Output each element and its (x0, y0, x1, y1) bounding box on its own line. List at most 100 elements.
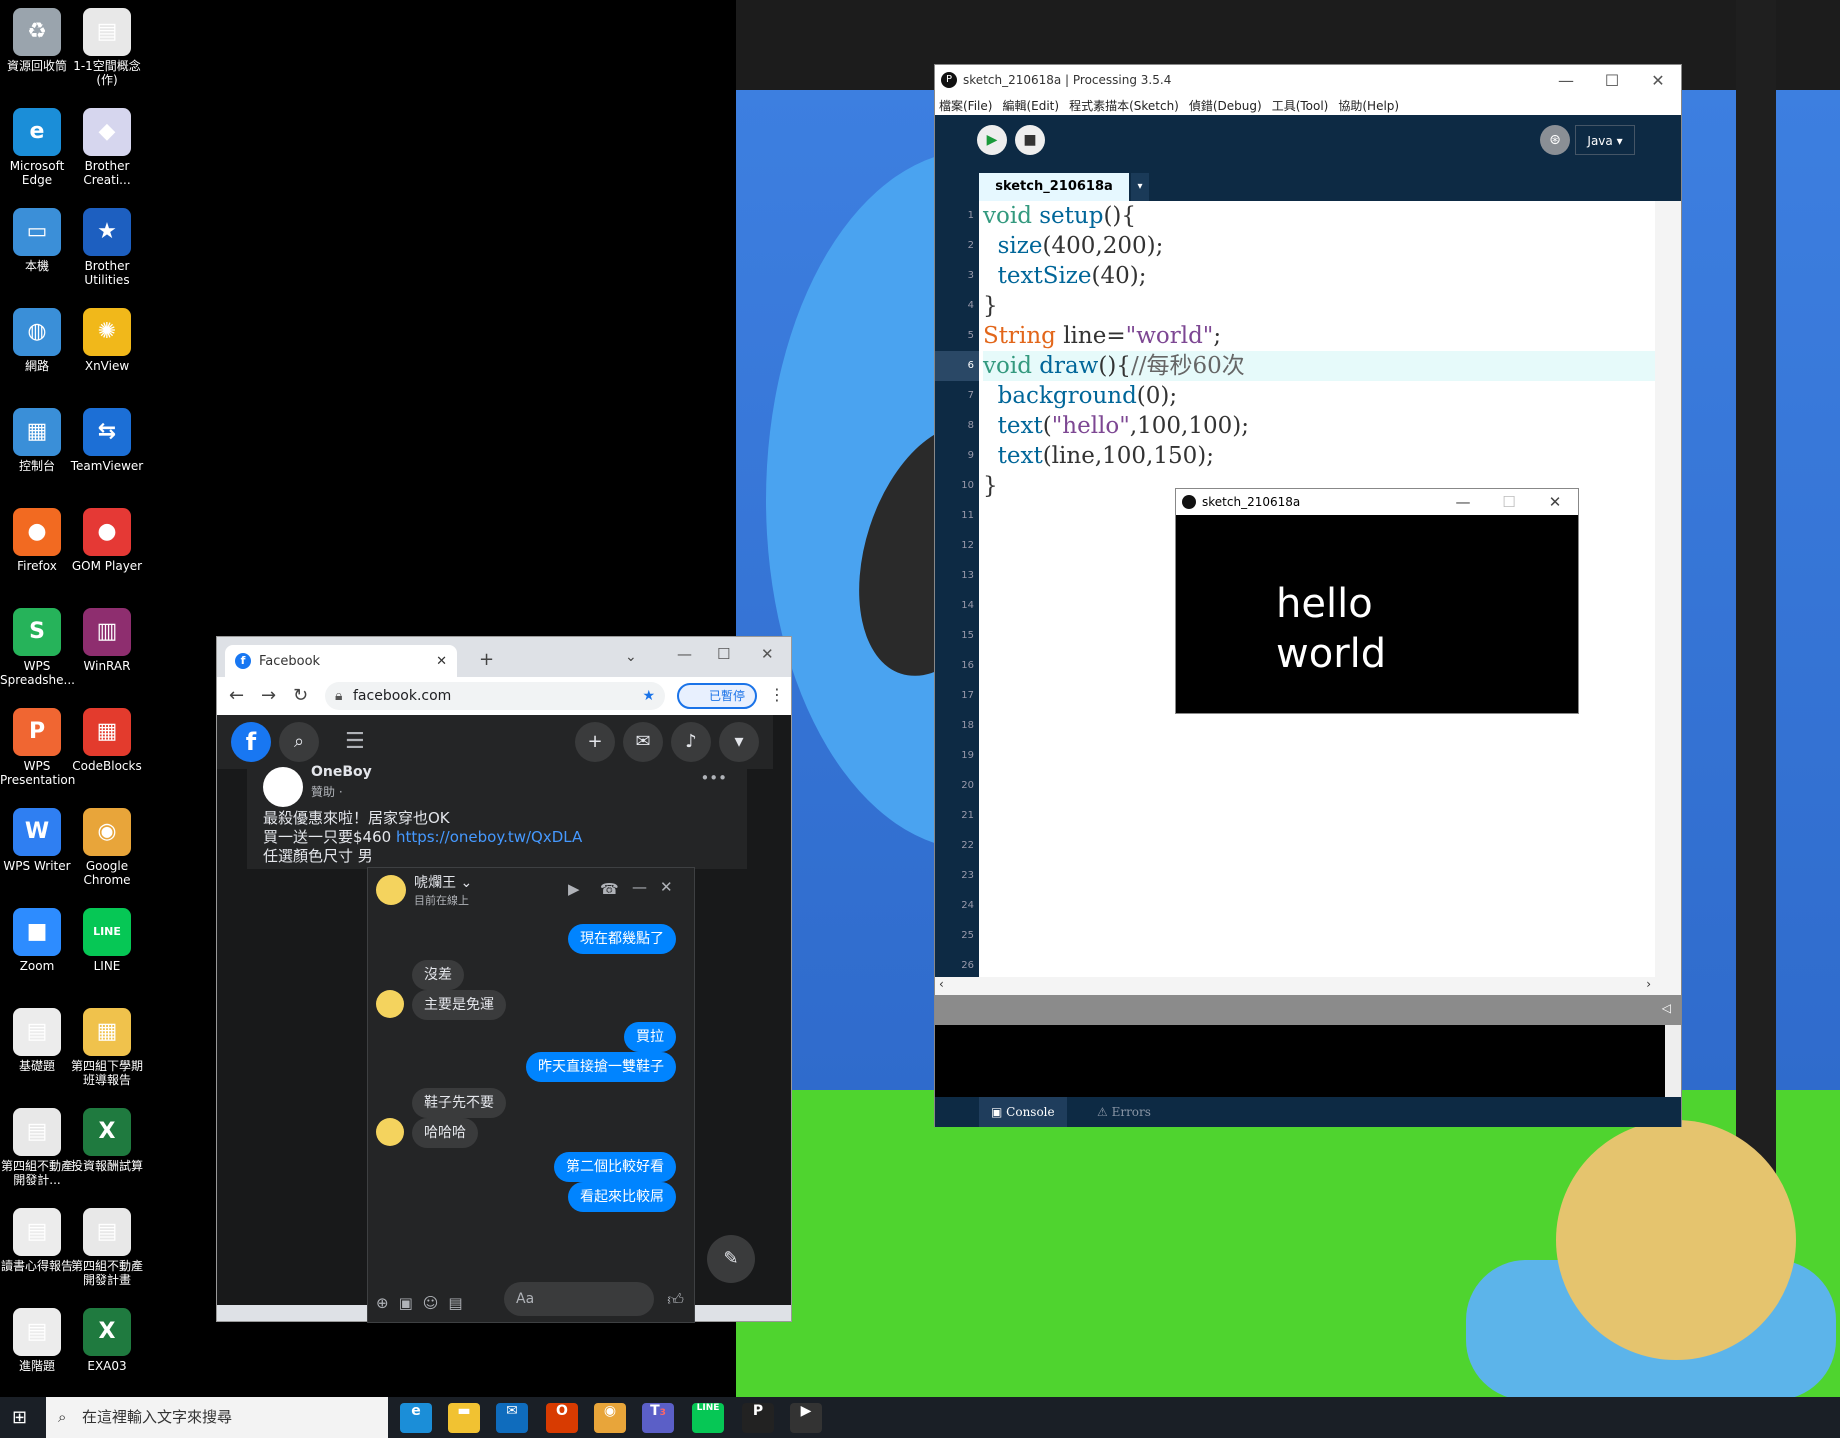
tab-errors[interactable]: ⚠ Errors (1085, 1097, 1163, 1127)
editor-scrollbar[interactable] (1655, 201, 1681, 977)
post-author[interactable]: OneBoy (311, 763, 372, 782)
message-input[interactable]: Aa (504, 1282, 654, 1316)
phone-icon[interactable]: ☎ (600, 880, 619, 898)
desktop-icon[interactable]: S WPS Spreadshe... (0, 604, 75, 694)
code-line[interactable]: void setup(){ (983, 201, 1655, 231)
line-icon[interactable]: LINE (692, 1403, 724, 1433)
desktop-icon[interactable]: X EXA03 (70, 1304, 144, 1394)
menu-item[interactable]: 工具(Tool) (1272, 97, 1329, 114)
desktop-icon[interactable]: ▭ 本機 (0, 204, 74, 294)
desktop-icon[interactable]: ▤ 讀書心得報告 (0, 1204, 74, 1294)
bookmark-star-icon[interactable]: ★ (642, 682, 655, 710)
facebook-logo-icon[interactable]: f (231, 722, 271, 762)
notifications-icon[interactable]: ♪ (671, 722, 711, 762)
close-chat-icon[interactable]: ✕ (660, 878, 673, 896)
close-button[interactable]: ✕ (1635, 71, 1681, 90)
menu-icon[interactable]: ☰ (345, 729, 365, 754)
mode-selector[interactable]: Java ▾ (1575, 125, 1635, 155)
account-menu-icon[interactable]: ▾ (719, 722, 759, 762)
url-input[interactable]: 🔒︎ facebook.com ★ (325, 682, 665, 710)
maximize-button[interactable]: ☐ (717, 645, 730, 663)
desktop-icon[interactable]: ▤ 第四組不動產開發計畫 (70, 1204, 144, 1294)
maximize-button[interactable]: ☐ (1486, 493, 1532, 511)
tab-facebook[interactable]: f Facebook ✕ (225, 645, 457, 677)
stop-button[interactable]: ■ (1015, 125, 1045, 155)
menu-item[interactable]: 程式素描本(Sketch) (1069, 97, 1179, 114)
image-icon[interactable]: ▣ (399, 1294, 413, 1312)
menu-item[interactable]: 編輯(Edit) (1002, 97, 1059, 114)
chrome-icon[interactable]: ◉ (594, 1403, 626, 1433)
code-line[interactable]: size(400,200); (983, 231, 1655, 261)
processing-icon[interactable]: P (742, 1403, 774, 1433)
desktop-icon[interactable]: e Microsoft Edge (0, 104, 74, 194)
tab-console[interactable]: ▣ Console (979, 1097, 1067, 1127)
desktop-icon[interactable]: ▤ 1-1空間概念(作) (70, 4, 144, 94)
desktop-icon[interactable]: ✺ XnView (70, 304, 144, 394)
back-button[interactable]: ← (229, 685, 244, 706)
more-options-icon[interactable]: ••• (700, 769, 727, 788)
maximize-button[interactable]: ☐ (1589, 71, 1635, 90)
sticker-icon[interactable]: ☺ (423, 1294, 439, 1312)
code-area[interactable]: void setup(){ size(400,200); textSize(40… (983, 201, 1655, 501)
desktop-icon[interactable]: ■ Zoom (0, 904, 74, 994)
file-explorer-icon[interactable]: ▬ (448, 1403, 480, 1433)
windows-start-icon[interactable]: ⊞ (12, 1407, 27, 1428)
close-button[interactable]: ✕ (761, 645, 774, 663)
desktop-icon[interactable]: X 投資報酬試算 (70, 1104, 144, 1194)
code-line[interactable]: text(line,100,150); (983, 441, 1655, 471)
run-button[interactable]: ▶ (977, 125, 1007, 155)
office-icon[interactable]: O (546, 1403, 578, 1433)
new-tab-button[interactable]: + (479, 649, 494, 670)
desktop-icon[interactable]: LINE LINE (70, 904, 144, 994)
teams-icon[interactable]: T3 (642, 1403, 674, 1433)
code-line[interactable]: text("hello",100,100); (983, 411, 1655, 441)
debug-icon[interactable]: ⊛ (1540, 125, 1570, 155)
code-line[interactable]: textSize(40); (983, 261, 1655, 291)
sketch-titlebar[interactable]: sketch_210618a — ☐ ✕ (1176, 489, 1578, 515)
close-button[interactable]: ✕ (1532, 493, 1578, 511)
collapse-icon[interactable]: ◁ (1662, 1001, 1671, 1015)
plus-icon[interactable]: ⊕ (376, 1294, 389, 1312)
code-line[interactable]: void draw(){//每秒60次 (983, 351, 1655, 381)
close-tab-icon[interactable]: ✕ (436, 654, 447, 669)
desktop-icon[interactable]: ◍ 網路 (0, 304, 74, 394)
desktop-icon[interactable]: ◆ Brother Creati... (70, 104, 144, 194)
code-line[interactable]: } (983, 291, 1655, 321)
minimize-button[interactable]: — (677, 645, 692, 663)
desktop-icon[interactable]: ▦ CodeBlocks (70, 704, 144, 794)
chrome-menu-icon[interactable]: ⋮ (769, 685, 785, 704)
code-line[interactable]: background(0); (983, 381, 1655, 411)
desktop-icon[interactable]: ● GOM Player (70, 504, 144, 594)
create-icon[interactable]: + (575, 722, 615, 762)
desktop-icon[interactable]: ♻ 資源回收筒 (0, 4, 74, 94)
like-icon[interactable]: 👍︎ (667, 1290, 684, 1310)
tab-menu-icon[interactable]: ▾ (1131, 173, 1149, 201)
desktop-icon[interactable]: ● Firefox (0, 504, 74, 594)
profile-paused-button[interactable]: 已暫停 (677, 683, 757, 709)
desktop-icon[interactable]: ▥ WinRAR (70, 604, 144, 694)
menu-item[interactable]: 檔案(File) (939, 97, 992, 114)
processing-titlebar[interactable]: P sketch_210618a | Processing 3.5.4 — ☐ … (935, 65, 1681, 95)
desktop-icon[interactable]: ▤ 基礎題 (0, 1004, 74, 1094)
code-line[interactable]: String line="world"; (983, 321, 1655, 351)
desktop-icon[interactable]: ▤ 第四組不動產開發計... (0, 1104, 74, 1194)
desktop-icon[interactable]: W WPS Writer (0, 804, 74, 894)
minimize-button[interactable]: — (1543, 71, 1589, 90)
forward-button[interactable]: → (261, 685, 276, 706)
menu-item[interactable]: 協助(Help) (1338, 97, 1399, 114)
reload-button[interactable]: ↻ (293, 685, 308, 706)
chat-header[interactable]: 唬爛王 ⌄ 目前在線上 ▶ ☎ — ✕ (368, 868, 694, 912)
desktop-icon[interactable]: ▦ 控制台 (0, 404, 74, 494)
sketch-run-icon[interactable]: ▶ (790, 1403, 822, 1433)
gif-icon[interactable]: ▤ (448, 1294, 462, 1312)
menu-item[interactable]: 偵錯(Debug) (1189, 97, 1262, 114)
edge-icon[interactable]: e (400, 1403, 432, 1433)
minimize-button[interactable]: — (1440, 493, 1486, 511)
video-call-icon[interactable]: ▶ (568, 880, 580, 898)
messenger-icon[interactable]: ✉ (623, 722, 663, 762)
minimize-chat-icon[interactable]: — (632, 878, 647, 896)
search-icon[interactable]: ⌕ (279, 722, 319, 762)
desktop-icon[interactable]: ▤ 進階題 (0, 1304, 74, 1394)
taskbar-search[interactable]: ⌕ 在這裡輸入文字來搜尋 (46, 1397, 388, 1438)
desktop-icon[interactable]: P WPS Presentation (0, 704, 75, 794)
